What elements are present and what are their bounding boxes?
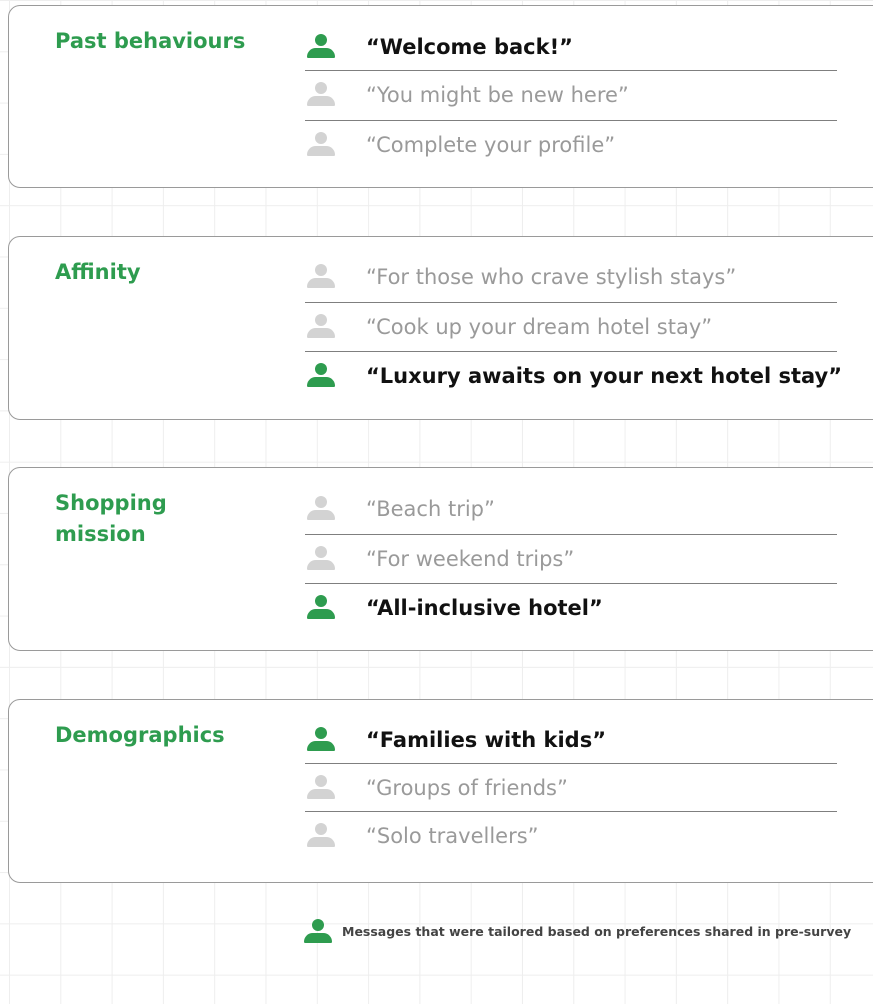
message-option-tailored: “All-inclusive hotel” [305, 583, 837, 631]
message-text: “Families with kids” [366, 728, 607, 752]
message-option: “Solo travellers” [305, 811, 837, 859]
person-icon [307, 775, 335, 799]
message-text: “Cook up your dream hotel stay” [366, 315, 713, 339]
message-text: “Luxury awaits on your next hotel stay” [366, 364, 843, 388]
message-text: “Groups of friends” [366, 776, 568, 800]
legend: Messages that were tailored based on pre… [302, 918, 872, 948]
person-icon [307, 82, 335, 106]
person-icon [304, 919, 332, 943]
message-text: “Complete your profile” [366, 133, 616, 157]
message-option-tailored: “Welcome back!” [305, 23, 837, 71]
person-icon [307, 264, 335, 288]
person-icon [307, 496, 335, 520]
message-option-tailored: “Luxury awaits on your next hotel stay” [305, 351, 842, 399]
category-title: Shopping mission [55, 491, 167, 546]
message-option: “For those who crave stylish stays” [305, 253, 837, 301]
message-option: “Groups of friends” [305, 763, 837, 811]
person-icon [307, 727, 335, 751]
legend-text: Messages that were tailored based on pre… [342, 924, 852, 939]
message-text: “Solo travellers” [366, 824, 539, 848]
person-icon [307, 363, 335, 387]
category-title: Demographics [55, 723, 225, 747]
person-icon [307, 314, 335, 338]
category-title: Past behaviours [55, 29, 246, 53]
person-icon [307, 595, 335, 619]
message-option-tailored: “Families with kids” [305, 716, 837, 764]
person-icon [307, 132, 335, 156]
message-option: “For weekend trips” [305, 534, 837, 582]
category-card-affinity: Affinity “For those who crave stylish st… [8, 236, 873, 420]
message-text: “For those who crave stylish stays” [366, 265, 737, 289]
person-icon [307, 546, 335, 570]
message-option: “Beach trip” [305, 485, 837, 533]
message-option: “Cook up your dream hotel stay” [305, 302, 837, 350]
category-card-demographics: Demographics “Families with kids” “Group… [8, 699, 873, 883]
message-option: “Complete your profile” [305, 120, 837, 168]
category-title: Affinity [55, 260, 141, 284]
person-icon [307, 34, 335, 58]
category-card-past-behaviours: Past behaviours “Welcome back!” “You mig… [8, 5, 873, 188]
message-text: “Welcome back!” [366, 35, 573, 59]
category-card-shopping-mission: Shopping mission “Beach trip” “For weeke… [8, 467, 873, 651]
message-text: “All-inclusive hotel” [366, 596, 603, 620]
message-option: “You might be new here” [305, 70, 837, 118]
message-text: “For weekend trips” [366, 547, 575, 571]
person-icon [307, 823, 335, 847]
message-text: “Beach trip” [366, 497, 495, 521]
message-text: “You might be new here” [366, 83, 629, 107]
